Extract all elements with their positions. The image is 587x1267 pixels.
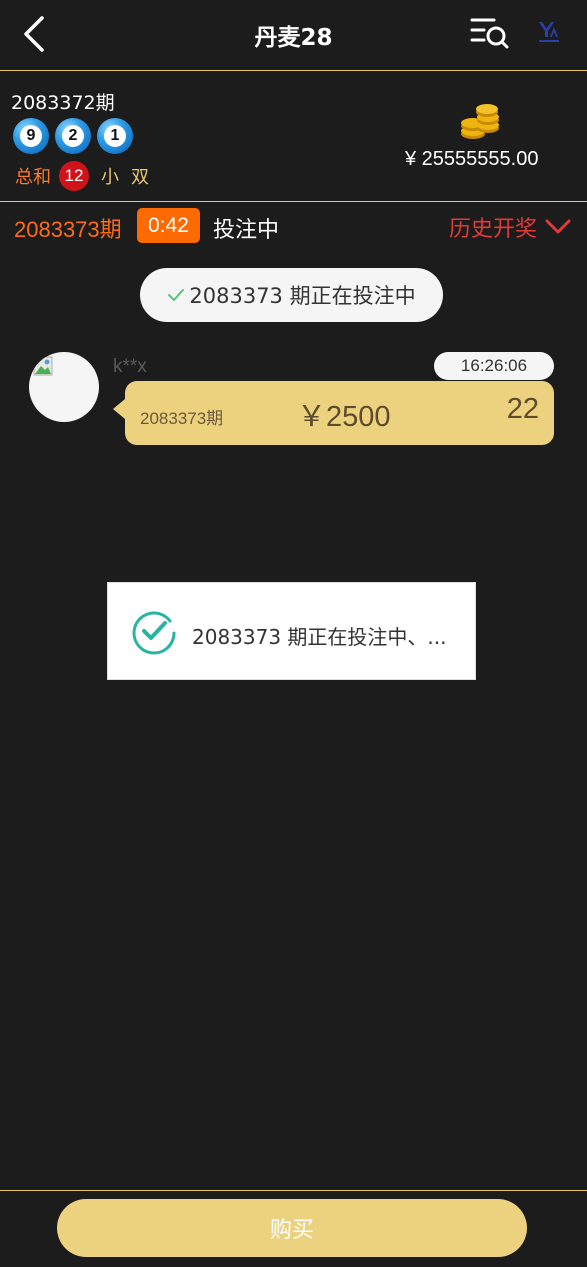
result-ball-number: 9 [20,125,42,147]
bet-pick: 22 [506,393,539,425]
sum-label: 总和 [15,167,51,188]
bottom-bar: 购买 [0,1190,587,1267]
avatar[interactable] [29,352,99,422]
size-label: 小 [101,167,119,188]
message-username: k**x [113,356,147,377]
current-period-label: 2083373期 [14,217,122,242]
status-pill-text: 2083373 期正在投注中 [189,284,416,308]
sum-row: 总和 12 小 双 [15,161,149,191]
result-ball-number: 2 [62,125,84,147]
message-time: 16:26:06 [434,352,554,380]
account-balance: ¥ 25555555.00 [405,148,539,170]
bubble-tail [113,399,125,419]
brand-logo-icon [539,22,559,42]
bet-message-bubble: 2083373期 ￥2500 22 [113,381,554,445]
history-results-button[interactable]: 历史开奖 [449,211,571,243]
last-period-label: 2083372期 [11,92,115,114]
betting-status-label: 投注中 [213,218,280,243]
countdown-timer: 0:42 [137,208,200,243]
top-navbar: 丹麦28 [0,0,587,71]
bet-amount: ￥2500 [297,401,391,433]
parity-label: 双 [131,167,149,188]
sum-badge: 12 [59,161,89,191]
bet-period: 2083373期 [140,409,224,428]
result-ball: 2 [55,118,91,154]
chevron-down-icon [545,219,571,234]
toast-text: 2083373 期正在投注中、... [192,625,447,649]
result-ball-number: 1 [104,125,126,147]
coins-icon [461,104,499,139]
current-period-bar: 2083373期 0:42 投注中 历史开奖 [0,203,587,249]
toast-notification: 2083373 期正在投注中、... [107,582,476,680]
last-draw-panel: 2083372期 9 2 1 总和 12 小 双 ¥ 25555555.00 [0,72,587,202]
history-label: 历史开奖 [449,217,538,242]
list-search-icon[interactable] [470,16,510,50]
result-ball: 9 [13,118,49,154]
betting-status-pill: 2083373 期正在投注中 [140,268,443,322]
success-check-circle-icon [132,611,176,655]
buy-button[interactable]: 购买 [57,1199,527,1257]
check-icon [168,289,185,301]
result-ball: 1 [97,118,133,154]
broken-image-icon [33,356,53,376]
result-balls: 9 2 1 [13,118,133,154]
